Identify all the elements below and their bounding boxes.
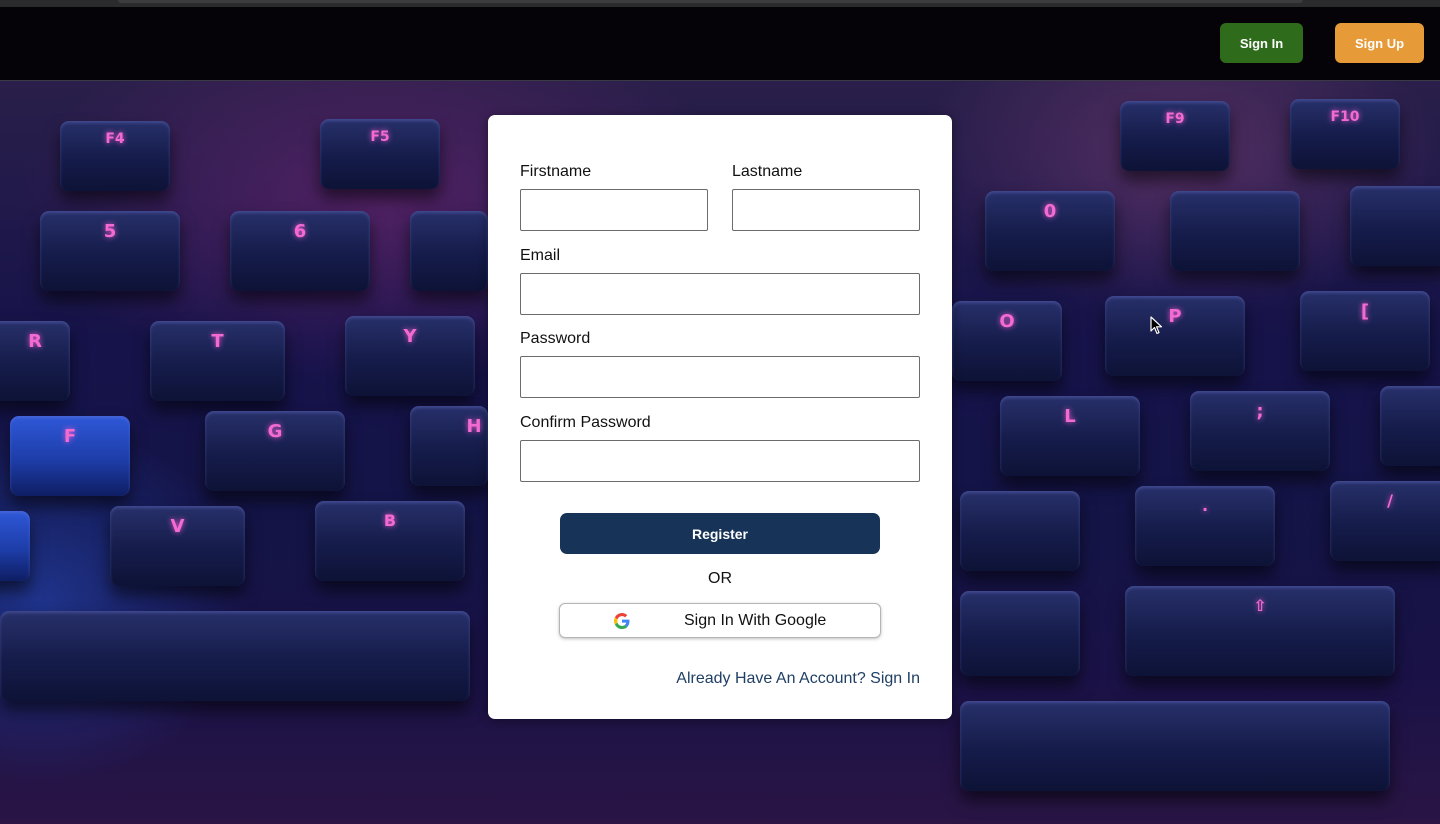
keycap [960,591,1080,676]
firstname-label: Firstname [520,163,592,180]
keycap-label: 6 [293,221,307,242]
email-input[interactable] [520,273,920,315]
keycap: G [205,411,345,491]
keycap: ⇧ [1125,586,1395,676]
keycap-label: O [999,311,1015,332]
lastname-input[interactable] [732,189,920,231]
keycap: 0 [985,191,1115,271]
keycap: T [150,321,285,401]
keycap: F [10,416,130,496]
keycap: 5 [40,211,180,291]
google-button-label: Sign In With Google [684,612,827,629]
keycap-label: ⇧ [1253,596,1267,615]
keycap-label: F5 [370,129,390,145]
keycap-label: B [383,511,397,530]
keycap-label: F9 [1165,111,1185,127]
keycap: F9 [1120,101,1230,171]
keycap-label: G [267,421,283,442]
keycap-label: F4 [105,131,125,147]
already-have-account-sign-in-link[interactable]: Already Have An Account? Sign In [676,670,920,688]
keycap-label: V [170,516,185,537]
mouse-cursor-icon [1150,316,1163,335]
register-button[interactable]: Register [560,513,880,554]
keycap: Y [345,316,475,396]
keycap-label: [ [1360,301,1370,322]
keycap: V [110,506,245,586]
keycap-label: Y [403,326,417,347]
email-label: Email [520,247,561,264]
keycap: [ [1300,291,1430,371]
keycap-label: R [28,331,42,352]
confirm-password-label: Confirm Password [520,414,651,431]
top-navbar: Sign In Sign Up [0,7,1440,81]
keycap-label: T [211,331,224,352]
register-card: Firstname Lastname Email Password Confir… [488,115,952,719]
keycap-label: P [1168,306,1182,327]
google-g-icon [614,613,630,629]
keycap [1380,386,1440,466]
keycap: H [410,406,488,486]
keycap [960,491,1080,571]
keycap: O [952,301,1062,381]
keycap [1350,186,1440,266]
keycap-label: . [1201,496,1209,515]
keycap: F5 [320,119,440,189]
keycap-label: L [1064,406,1076,427]
keycap: ; [1190,391,1330,471]
keycap: F10 [1290,99,1400,169]
keycap-label: 0 [1043,201,1057,222]
keycap: L [1000,396,1140,476]
keycap: 6 [230,211,370,291]
keycap: B [315,501,465,581]
or-divider-text: OR [708,570,732,587]
nav-sign-in-button[interactable]: Sign In [1220,23,1303,63]
keycap-label: / [1387,491,1393,510]
keycap: P [1105,296,1245,376]
keycap [410,211,488,291]
keycap-label: 5 [103,221,117,242]
password-input[interactable] [520,356,920,398]
keycap [960,701,1390,791]
keycap-label: F10 [1330,109,1360,125]
sign-in-with-google-button[interactable]: Sign In With Google [559,603,881,638]
keycap [0,511,30,581]
keycap-label: H [466,416,482,437]
keycap: . [1135,486,1275,566]
confirm-password-input[interactable] [520,440,920,482]
keycap: / [1330,481,1440,561]
keycap: R [0,321,70,401]
password-label: Password [520,330,591,347]
firstname-input[interactable] [520,189,708,231]
nav-sign-up-button[interactable]: Sign Up [1335,23,1424,63]
lastname-label: Lastname [732,163,803,180]
keycap [0,611,470,701]
keycap-label: ; [1256,401,1264,422]
keycap [1170,191,1300,271]
keycap: F4 [60,121,170,191]
browser-scroll-track [118,0,1303,3]
keycap-label: F [63,426,77,447]
